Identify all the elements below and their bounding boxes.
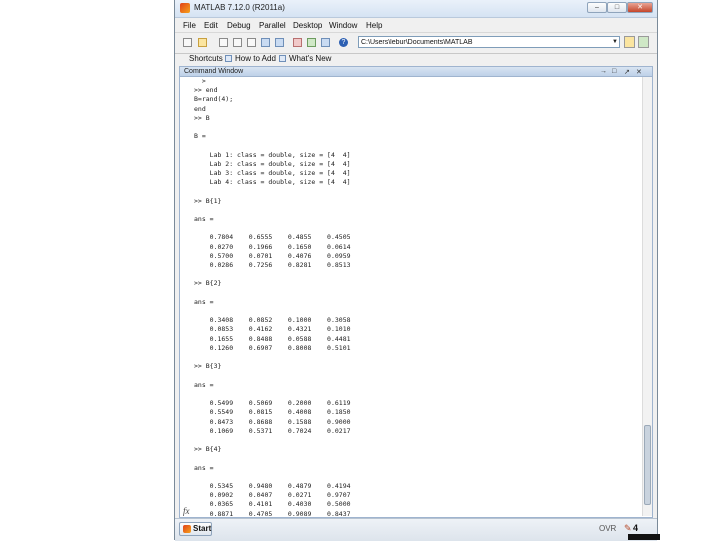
pencil-icon: ✎ (624, 523, 632, 533)
matlab-logo-icon (180, 3, 190, 13)
menu-edit[interactable]: Edit (204, 21, 218, 30)
command-window-title: Command Window (184, 68, 244, 75)
menu-window[interactable]: Window (329, 21, 357, 30)
window-title: MATLAB 7.12.0 (R2011a) (194, 3, 285, 12)
shortcuts-link[interactable]: Shortcuts (189, 54, 223, 63)
vertical-scrollbar[interactable] (642, 77, 652, 516)
chevron-down-icon[interactable]: ▼ (612, 39, 618, 45)
whats-new-icon (279, 55, 286, 62)
menu-help[interactable]: Help (366, 21, 382, 30)
command-output: > >> end B=rand(4); end >> B B = Lab 1: … (194, 77, 351, 518)
start-button[interactable]: Start (179, 522, 212, 536)
title-bar[interactable]: MATLAB 7.12.0 (R2011a) – □ ✕ (175, 0, 657, 18)
corner-badge (628, 534, 660, 540)
current-folder-input[interactable] (358, 36, 620, 48)
whats-new-link[interactable]: What's New (289, 54, 331, 63)
help-icon[interactable]: ? (339, 38, 348, 47)
profiler-icon[interactable] (321, 38, 330, 47)
guide-icon[interactable] (307, 38, 316, 47)
line-number-indicator: 4 (633, 523, 639, 533)
maximize-button[interactable]: □ (607, 2, 627, 13)
command-window[interactable]: > >> end B=rand(4); end >> B B = Lab 1: … (179, 77, 653, 518)
scrollbar-thumb[interactable] (644, 425, 651, 505)
command-window-header: Command Window → □ ↗ ✕ (179, 66, 653, 77)
browse-folder-button[interactable] (624, 36, 635, 48)
copy-icon[interactable] (233, 38, 242, 47)
close-button[interactable]: ✕ (627, 2, 653, 13)
menu-file[interactable]: File (183, 21, 196, 30)
expand-icon[interactable]: ↗ (624, 68, 630, 76)
minimize-button[interactable]: – (587, 2, 607, 13)
status-bar: Start OVR ✎ 4 (175, 518, 657, 541)
cut-icon[interactable] (219, 38, 228, 47)
overwrite-mode-indicator: OVR (599, 524, 617, 533)
menu-bar: File Edit Debug Parallel Desktop Window … (175, 18, 657, 32)
menu-parallel[interactable]: Parallel (259, 21, 286, 30)
how-to-add-icon (225, 55, 232, 62)
go-up-folder-button[interactable] (638, 36, 649, 48)
undo-icon[interactable] (261, 38, 270, 47)
close-panel-icon[interactable]: ✕ (636, 68, 642, 76)
shortcuts-bar: Shortcuts How to Add What's New (175, 53, 657, 65)
matlab-logo-icon (183, 525, 191, 533)
new-file-icon[interactable] (183, 38, 192, 47)
undock-icon[interactable]: → (600, 68, 607, 75)
paste-icon[interactable] (247, 38, 256, 47)
start-label: Start (193, 524, 212, 533)
function-browser-icon[interactable]: fx (183, 506, 190, 516)
how-to-add-link[interactable]: How to Add (235, 54, 276, 63)
open-folder-icon[interactable] (198, 38, 207, 47)
maximize-panel-icon[interactable]: □ (612, 68, 616, 75)
menu-desktop[interactable]: Desktop (293, 21, 322, 30)
redo-icon[interactable] (275, 38, 284, 47)
matlab-window: MATLAB 7.12.0 (R2011a) – □ ✕ File Edit D… (174, 0, 658, 541)
menu-debug[interactable]: Debug (227, 21, 251, 30)
simulink-icon[interactable] (293, 38, 302, 47)
